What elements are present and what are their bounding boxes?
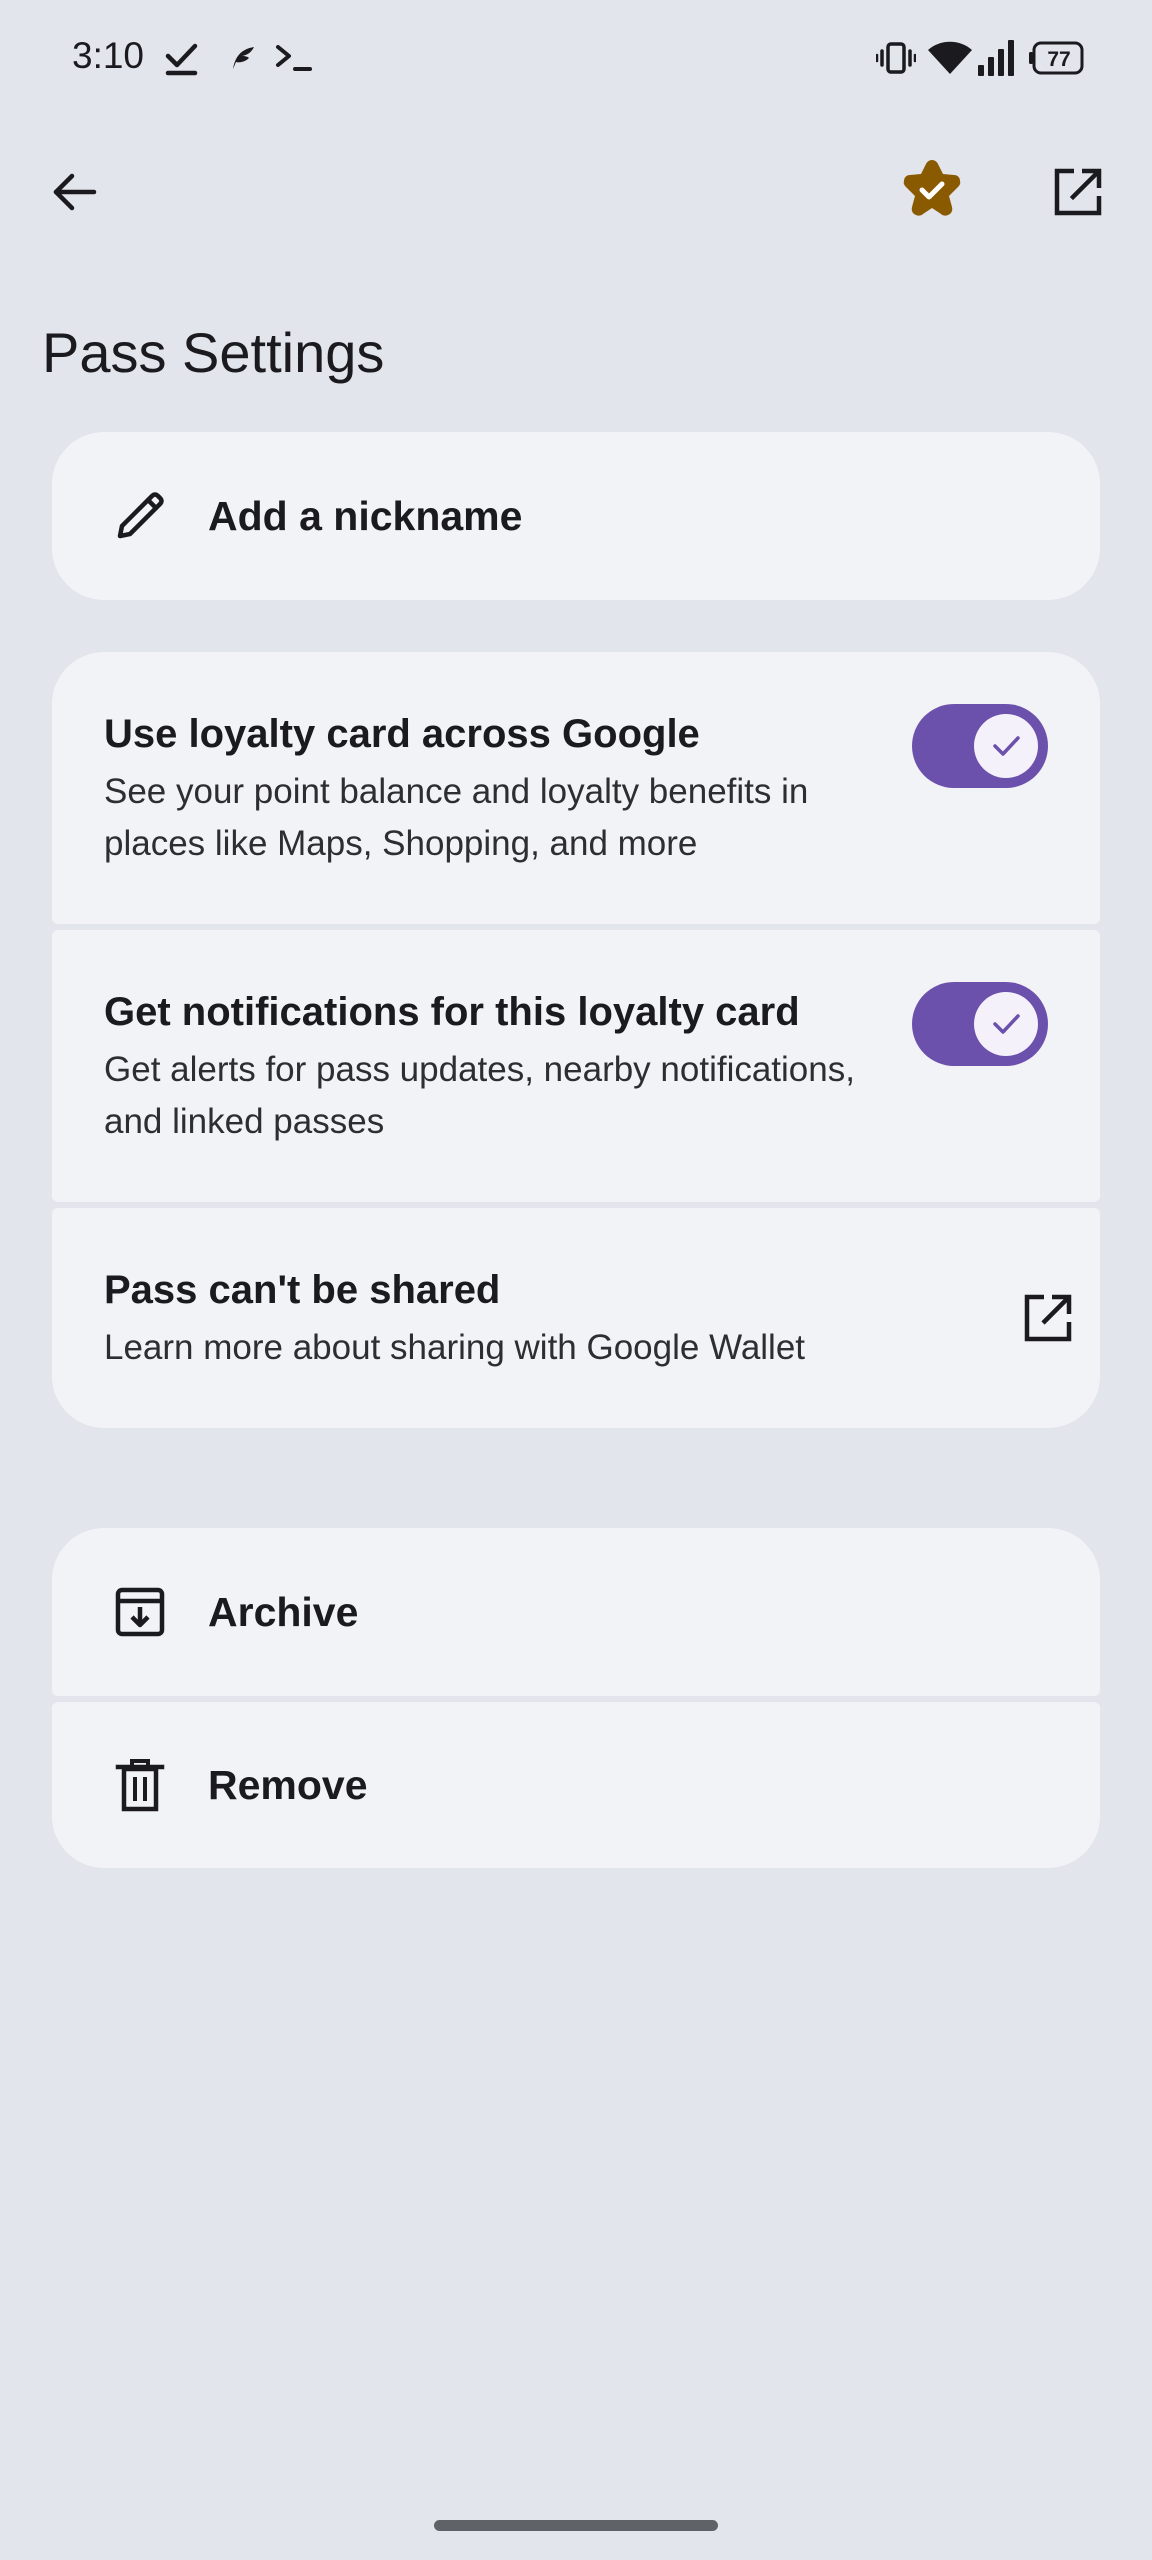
add-nickname-button[interactable]: Add a nickname: [52, 432, 1100, 600]
toggle-knob: [974, 992, 1038, 1056]
open-external-button[interactable]: [1030, 144, 1126, 240]
loyalty-badge-button[interactable]: [884, 144, 980, 240]
setting-description: Learn more about sharing with Google Wal…: [104, 1328, 806, 1367]
archive-icon: [108, 1580, 172, 1644]
archive-label: Archive: [208, 1589, 359, 1635]
pencil-icon: [108, 484, 172, 548]
notifications-toggle[interactable]: [912, 982, 1048, 1066]
setting-title: Get notifications for this loyalty card: [104, 990, 800, 1034]
pass-sharing-link[interactable]: Pass can't be shared Learn more about sh…: [52, 1208, 1100, 1428]
app-bar: [0, 140, 1152, 244]
setting-notifications: Get notifications for this loyalty card …: [52, 930, 1100, 1202]
checkmark-icon: [162, 36, 202, 80]
vibrate-icon: [876, 36, 916, 80]
setting-title: Pass can't be shared: [104, 1268, 501, 1312]
feather-icon: [222, 36, 262, 80]
signal-icon: [976, 36, 1016, 80]
remove-label: Remove: [208, 1762, 368, 1808]
star-check-icon: [896, 156, 968, 228]
open-in-new-icon: [1012, 1282, 1084, 1354]
arrow-back-icon: [50, 168, 98, 216]
archive-button[interactable]: Archive: [52, 1528, 1100, 1696]
trash-icon: [108, 1753, 172, 1817]
home-indicator[interactable]: [434, 2520, 718, 2531]
terminal-icon: [274, 36, 314, 80]
back-button[interactable]: [26, 144, 122, 240]
status-time: 3:10: [72, 35, 145, 76]
status-bar: 3:10 77: [0, 0, 1152, 116]
open-in-new-icon: [1052, 166, 1104, 218]
check-icon: [989, 1007, 1023, 1041]
add-nickname-label: Add a nickname: [208, 493, 523, 539]
setting-title: Use loyalty card across Google: [104, 712, 700, 756]
check-icon: [989, 729, 1023, 763]
battery-level-text: 77: [1047, 48, 1070, 71]
page-title: Pass Settings: [42, 321, 385, 384]
battery-icon: 77: [1028, 36, 1084, 80]
toggle-knob: [974, 714, 1038, 778]
wifi-icon: [926, 36, 974, 80]
loyalty-across-google-toggle[interactable]: [912, 704, 1048, 788]
setting-loyalty-across-google: Use loyalty card across Google See your …: [52, 652, 1100, 924]
remove-button[interactable]: Remove: [52, 1702, 1100, 1868]
setting-description: See your point balance and loyalty benef…: [104, 772, 809, 863]
setting-description: Get alerts for pass updates, nearby noti…: [104, 1050, 855, 1141]
